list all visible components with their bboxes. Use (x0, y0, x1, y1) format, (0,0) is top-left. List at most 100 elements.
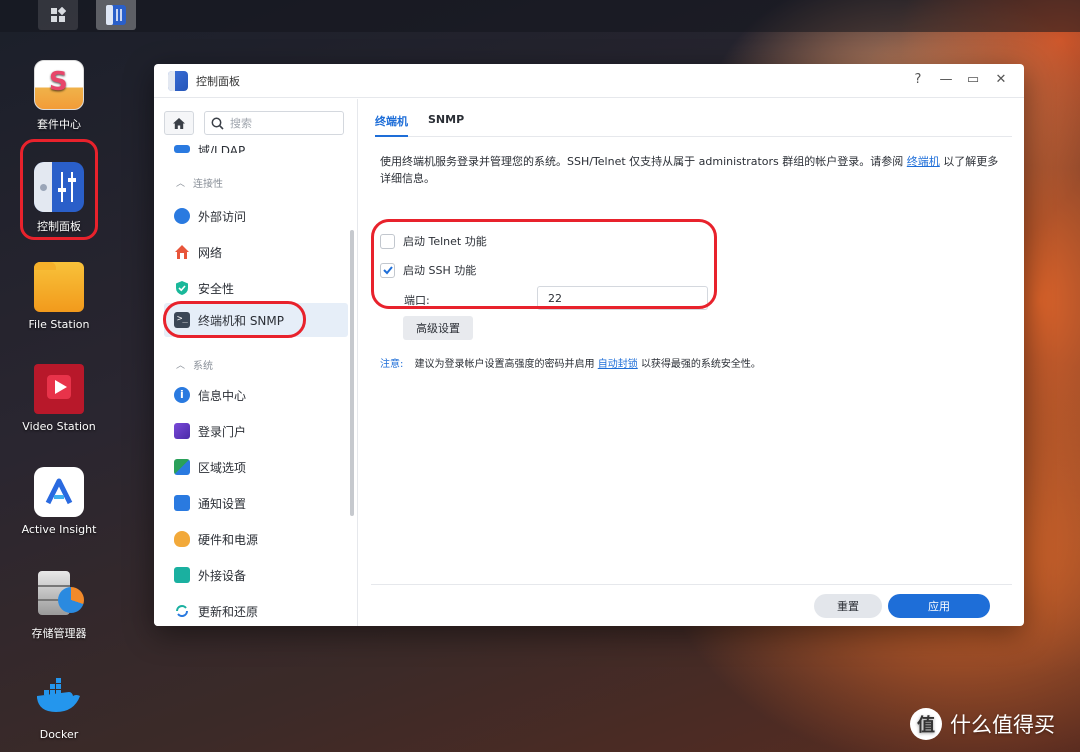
sidebar-item-hardware-power[interactable]: 硬件和电源 (164, 522, 348, 556)
sidebar-item-label: 区域选项 (198, 460, 247, 475)
security-note: 注意: 建议为登录帐户设置高强度的密码并启用 自动封锁 以获得最强的系统安全性。 (380, 355, 761, 370)
sidebar-item-info-center[interactable]: i 信息中心 (164, 378, 348, 412)
sidebar-group-system[interactable]: ︿ 系统 (176, 357, 213, 372)
note-text-end: 以获得最强的系统安全性。 (640, 359, 761, 370)
help-button[interactable]: ? (909, 72, 927, 87)
sidebar-item-external-access[interactable]: 外部访问 (164, 199, 348, 233)
description-text: 使用终端机服务登录并管理您的系统。SSH/Telnet 仅支持从属于 admin… (380, 155, 904, 168)
sidebar-group-label: 系统 (193, 361, 214, 372)
maximize-button[interactable]: ▭ (964, 72, 982, 87)
home-button[interactable] (164, 111, 194, 135)
watermark-text: 什么值得买 (950, 713, 1055, 737)
sidebar-item-label: 通知设置 (198, 496, 247, 511)
highlight-ssh-section (371, 219, 717, 309)
control-panel-icon (106, 5, 126, 25)
highlight-terminal-snmp (163, 301, 306, 338)
regional-options-icon (174, 459, 190, 475)
search-field[interactable] (204, 111, 344, 135)
grid-icon (51, 7, 66, 22)
desktop-icon-label: Video Station (22, 420, 96, 433)
reset-button[interactable]: 重置 (814, 594, 882, 618)
control-panel-window: 控制面板 ? — ▭ ✕ 域/LDAP ︿ 连接 (154, 64, 1024, 626)
sidebar-item-label: 外接设备 (198, 568, 247, 583)
desktop-icon-control-panel[interactable]: 控制面板 (9, 162, 109, 234)
docker-icon (34, 672, 84, 722)
package-center-icon: S (34, 60, 84, 110)
sidebar-item-update-restore[interactable]: 更新和还原 (164, 594, 348, 626)
domain-icon (174, 145, 190, 153)
tab-terminal[interactable]: 终端机 (375, 99, 408, 137)
desktop-icon-label: Docker (39, 728, 79, 741)
sidebar-item-notification[interactable]: 通知设置 (164, 486, 348, 520)
note-text: 建议为登录帐户设置高强度的密码并启用 (414, 359, 595, 370)
taskbar (0, 0, 1080, 32)
sidebar-item-label: 硬件和电源 (198, 532, 259, 547)
sidebar-item-label: 更新和还原 (198, 604, 259, 619)
desktop-icon-video-station[interactable]: Video Station (9, 364, 109, 433)
storage-manager-icon (34, 569, 84, 619)
refresh-icon (174, 603, 190, 619)
dialog-footer: 重置 应用 (371, 584, 1012, 626)
minimize-button[interactable]: — (937, 72, 955, 87)
desktop-icon-docker[interactable]: Docker (9, 672, 109, 741)
sidebar-item-network[interactable]: 网络 (164, 235, 348, 269)
sidebar-item-login-portal[interactable]: 登录门户 (164, 414, 348, 448)
taskbar-control-panel-button[interactable] (96, 0, 136, 30)
active-insight-icon (34, 467, 84, 517)
auto-block-link[interactable]: 自动封锁 (598, 359, 638, 370)
sidebar-item-external-devices[interactable]: 外接设备 (164, 558, 348, 592)
sidebar-item-domain-ldap[interactable]: 域/LDAP (164, 139, 348, 153)
sidebar: 域/LDAP ︿ 连接性 外部访问 网络 安全性 >_ 终端机和 SNMP (154, 99, 358, 626)
desktop-icon-label: 控制面板 (37, 220, 81, 233)
sidebar-item-regional-options[interactable]: 区域选项 (164, 450, 348, 484)
advanced-settings-button[interactable]: 高级设置 (403, 316, 473, 340)
desktop-icon-package-center[interactable]: S 套件中心 (9, 60, 109, 132)
control-panel-icon (34, 162, 84, 212)
main-panel: 终端机 SNMP 使用终端机服务登录并管理您的系统。SSH/Telnet 仅支持… (359, 99, 1024, 626)
sidebar-item-label: 网络 (198, 245, 223, 260)
desktop-icon-storage-manager[interactable]: 存储管理器 (9, 569, 109, 641)
video-station-icon (34, 364, 84, 414)
sidebar-group-label: 连接性 (193, 179, 224, 190)
tab-snmp[interactable]: SNMP (428, 99, 464, 137)
sidebar-group-connectivity[interactable]: ︿ 连接性 (176, 175, 223, 190)
desktop-icon-label: 存储管理器 (31, 627, 87, 640)
search-icon (211, 117, 224, 130)
control-panel-icon (168, 70, 188, 91)
external-access-icon (174, 208, 190, 224)
notification-icon (174, 495, 190, 511)
login-portal-icon (174, 423, 190, 439)
sidebar-item-label: 外部访问 (198, 209, 247, 224)
tab-bar: 终端机 SNMP (375, 99, 1012, 137)
info-icon: i (174, 387, 190, 403)
main-menu-button[interactable] (38, 0, 78, 30)
terminal-help-link[interactable]: 终端机 (907, 155, 940, 168)
search-input[interactable] (230, 116, 330, 130)
sidebar-item-label: 安全性 (198, 281, 235, 296)
external-device-icon (174, 567, 190, 583)
watermark: 值 什么值得买 (910, 708, 1055, 740)
sidebar-scrollbar[interactable] (350, 230, 354, 516)
apply-button[interactable]: 应用 (888, 594, 990, 618)
window-title: 控制面板 (196, 74, 240, 88)
folder-icon (34, 262, 84, 312)
desktop-icon-label: Active Insight (21, 523, 97, 536)
desktop-icon-label: File Station (28, 318, 90, 331)
desktop-icon-active-insight[interactable]: Active Insight (9, 467, 109, 536)
sidebar-item-label: 登录门户 (198, 424, 247, 439)
desktop-icon-file-station[interactable]: File Station (9, 262, 109, 331)
chevron-up-icon: ︿ (176, 361, 186, 371)
desktop-icon-label: 套件中心 (37, 118, 81, 131)
sidebar-item-label: 信息中心 (198, 388, 247, 403)
sidebar-item-label: 域/LDAP (198, 144, 246, 153)
sidebar-item-security[interactable]: 安全性 (164, 271, 348, 305)
shield-icon (174, 280, 190, 296)
close-button[interactable]: ✕ (992, 72, 1010, 87)
network-home-icon (174, 244, 190, 260)
window-titlebar[interactable]: 控制面板 (154, 64, 1024, 98)
terminal-description: 使用终端机服务登录并管理您的系统。SSH/Telnet 仅支持从属于 admin… (380, 153, 1005, 187)
chevron-up-icon: ︿ (176, 179, 186, 189)
watermark-badge: 值 (910, 708, 942, 740)
home-icon (173, 117, 185, 129)
note-label: 注意: (380, 359, 404, 370)
